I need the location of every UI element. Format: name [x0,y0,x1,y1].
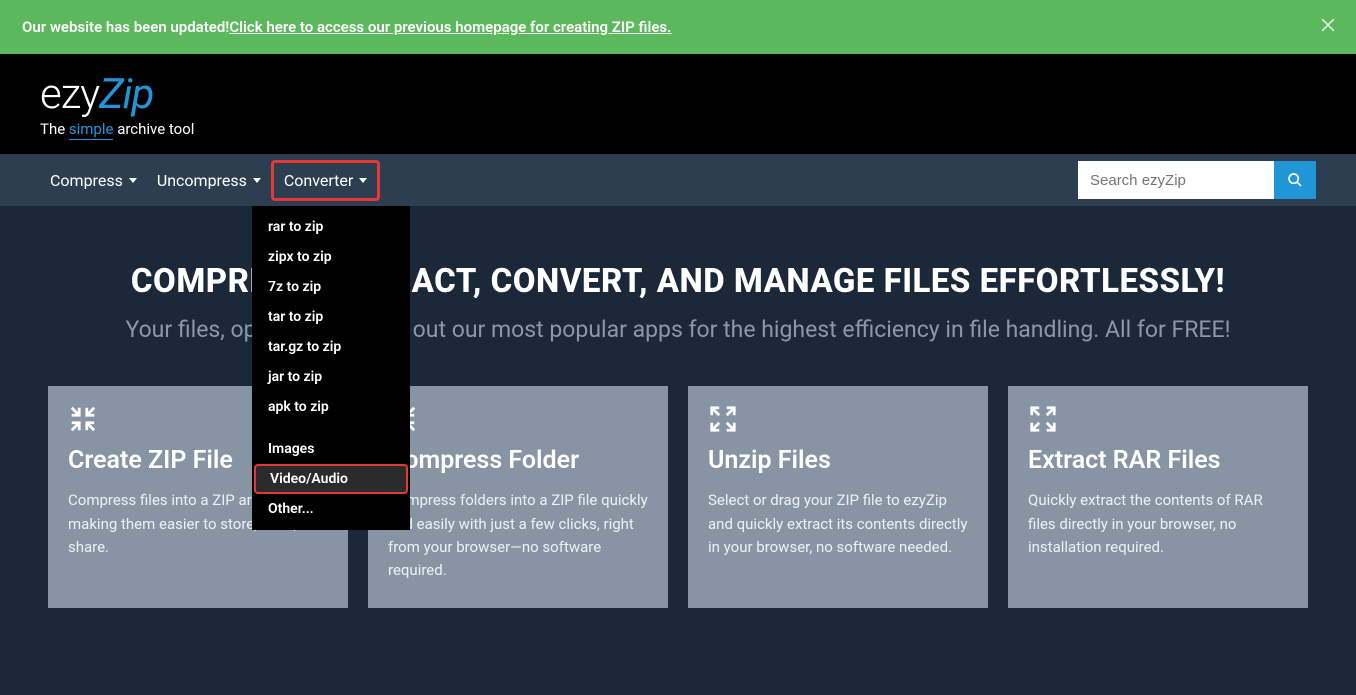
logo-text-2: Zip [99,70,153,119]
hero-subtitle: Your files, optimized! Check out our mos… [58,313,1298,346]
hero-title: COMPRESS, EXTRACT, CONVERT, AND MANAGE F… [40,262,1316,301]
card-title: Extract RAR Files [1028,446,1288,475]
expand-icon [1028,404,1288,438]
dropdown-item[interactable]: Images [252,434,410,464]
dropdown-item[interactable]: Video/Audio [254,464,408,494]
dropdown-item[interactable]: jar to zip [252,362,410,392]
converter-dropdown: rar to zipzipx to zip7z to ziptar to zip… [252,206,410,530]
hero: COMPRESS, EXTRACT, CONVERT, AND MANAGE F… [0,206,1356,386]
dropdown-item[interactable]: tar.gz to zip [252,332,410,362]
card-desc: Quickly extract the contents of RAR file… [1028,489,1288,559]
dropdown-item[interactable]: rar to zip [252,212,410,242]
logo-sub-suffix: archive tool [113,120,194,138]
nav-converter-label: Converter [284,171,353,190]
close-icon[interactable] [1318,15,1338,39]
logo[interactable]: ezyZip The simple archive tool [40,74,1316,138]
banner-text: Our website has been updated! [22,18,229,36]
feature-card[interactable]: Unzip Files Select or drag your ZIP file … [688,386,988,608]
logo-sub-simple: simple [69,120,114,140]
nav-uncompress[interactable]: Uncompress [147,157,271,204]
search-input[interactable] [1078,161,1274,199]
chevron-down-icon [359,178,367,183]
logo-text-1: ezy [40,70,99,119]
cards-row: Create ZIP FileCompress files into a ZIP… [0,386,1356,608]
dropdown-item[interactable]: tar to zip [252,302,410,332]
dropdown-item[interactable]: zipx to zip [252,242,410,272]
chevron-down-icon [253,178,261,183]
dropdown-item[interactable]: 7z to zip [252,272,410,302]
header: ezyZip The simple archive tool [0,54,1356,154]
search [1078,161,1316,199]
compress-icon [388,404,648,438]
nav-compress-label: Compress [50,171,123,190]
card-desc: Select or drag your ZIP file to ezyZip a… [708,489,968,559]
nav-uncompress-label: Uncompress [157,171,247,190]
search-icon [1287,172,1303,188]
logo-sub-prefix: The [40,120,69,138]
card-title: Unzip Files [708,446,968,475]
card-desc: Compress folders into a ZIP file quickly… [388,489,648,582]
nav-compress[interactable]: Compress [40,157,147,204]
chevron-down-icon [129,178,137,183]
update-banner: Our website has been updated! Click here… [0,0,1356,54]
nav-converter[interactable]: Converter [271,160,380,201]
feature-card[interactable]: Compress Folder Compress folders into a Z… [368,386,668,608]
card-title: Compress Folder [388,446,648,475]
dropdown-item[interactable]: apk to zip [252,392,410,422]
feature-card[interactable]: Extract RAR Files Quickly extract the con… [1008,386,1308,608]
main-nav: Compress Uncompress Converter rar to zip… [0,154,1356,206]
banner-link[interactable]: Click here to access our previous homepa… [229,18,671,36]
expand-icon [708,404,968,438]
search-button[interactable] [1274,161,1316,199]
dropdown-item[interactable]: Other... [252,494,410,524]
